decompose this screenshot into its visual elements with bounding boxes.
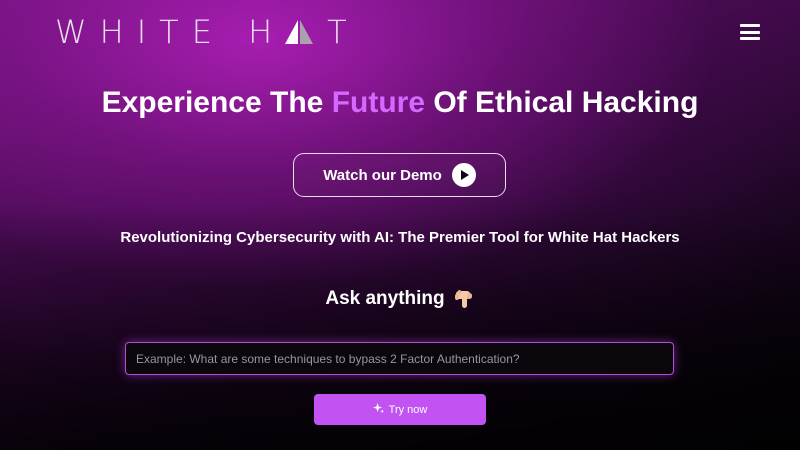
menu-bar bbox=[740, 24, 760, 27]
hero-title: Experience The Future Of Ethical Hacking bbox=[0, 86, 800, 120]
menu-bar bbox=[740, 30, 760, 34]
question-input[interactable] bbox=[125, 342, 674, 375]
logo-text-end: T bbox=[327, 13, 360, 51]
site-header: WHITE H T bbox=[0, 0, 800, 64]
white-hat-logo[interactable]: WHITE H T bbox=[55, 13, 360, 51]
hero-subtitle: Revolutionizing Cybersecurity with AI: T… bbox=[120, 229, 680, 246]
sparkle-icon bbox=[372, 402, 384, 417]
try-now-label: Try now bbox=[388, 403, 428, 416]
hero-title-start: Experience The bbox=[101, 86, 332, 119]
hamburger-menu-icon[interactable] bbox=[740, 24, 760, 40]
menu-bar bbox=[740, 37, 760, 40]
background-shade bbox=[0, 0, 800, 450]
play-icon bbox=[451, 163, 476, 187]
hero-title-end: Of Ethical Hacking bbox=[425, 86, 699, 119]
ask-heading: Ask anything bbox=[0, 288, 800, 310]
try-now-button[interactable]: Try now bbox=[314, 394, 486, 425]
logo-text: WHITE H bbox=[55, 13, 286, 51]
pointing-down-hand-icon bbox=[453, 288, 475, 310]
logo-triangle-icon bbox=[281, 18, 317, 46]
hero-title-accent: Future bbox=[331, 86, 426, 119]
ask-heading-text: Ask anything bbox=[325, 288, 445, 309]
watch-demo-button[interactable]: Watch our Demo bbox=[293, 153, 506, 197]
watch-demo-label: Watch our Demo bbox=[323, 166, 442, 184]
